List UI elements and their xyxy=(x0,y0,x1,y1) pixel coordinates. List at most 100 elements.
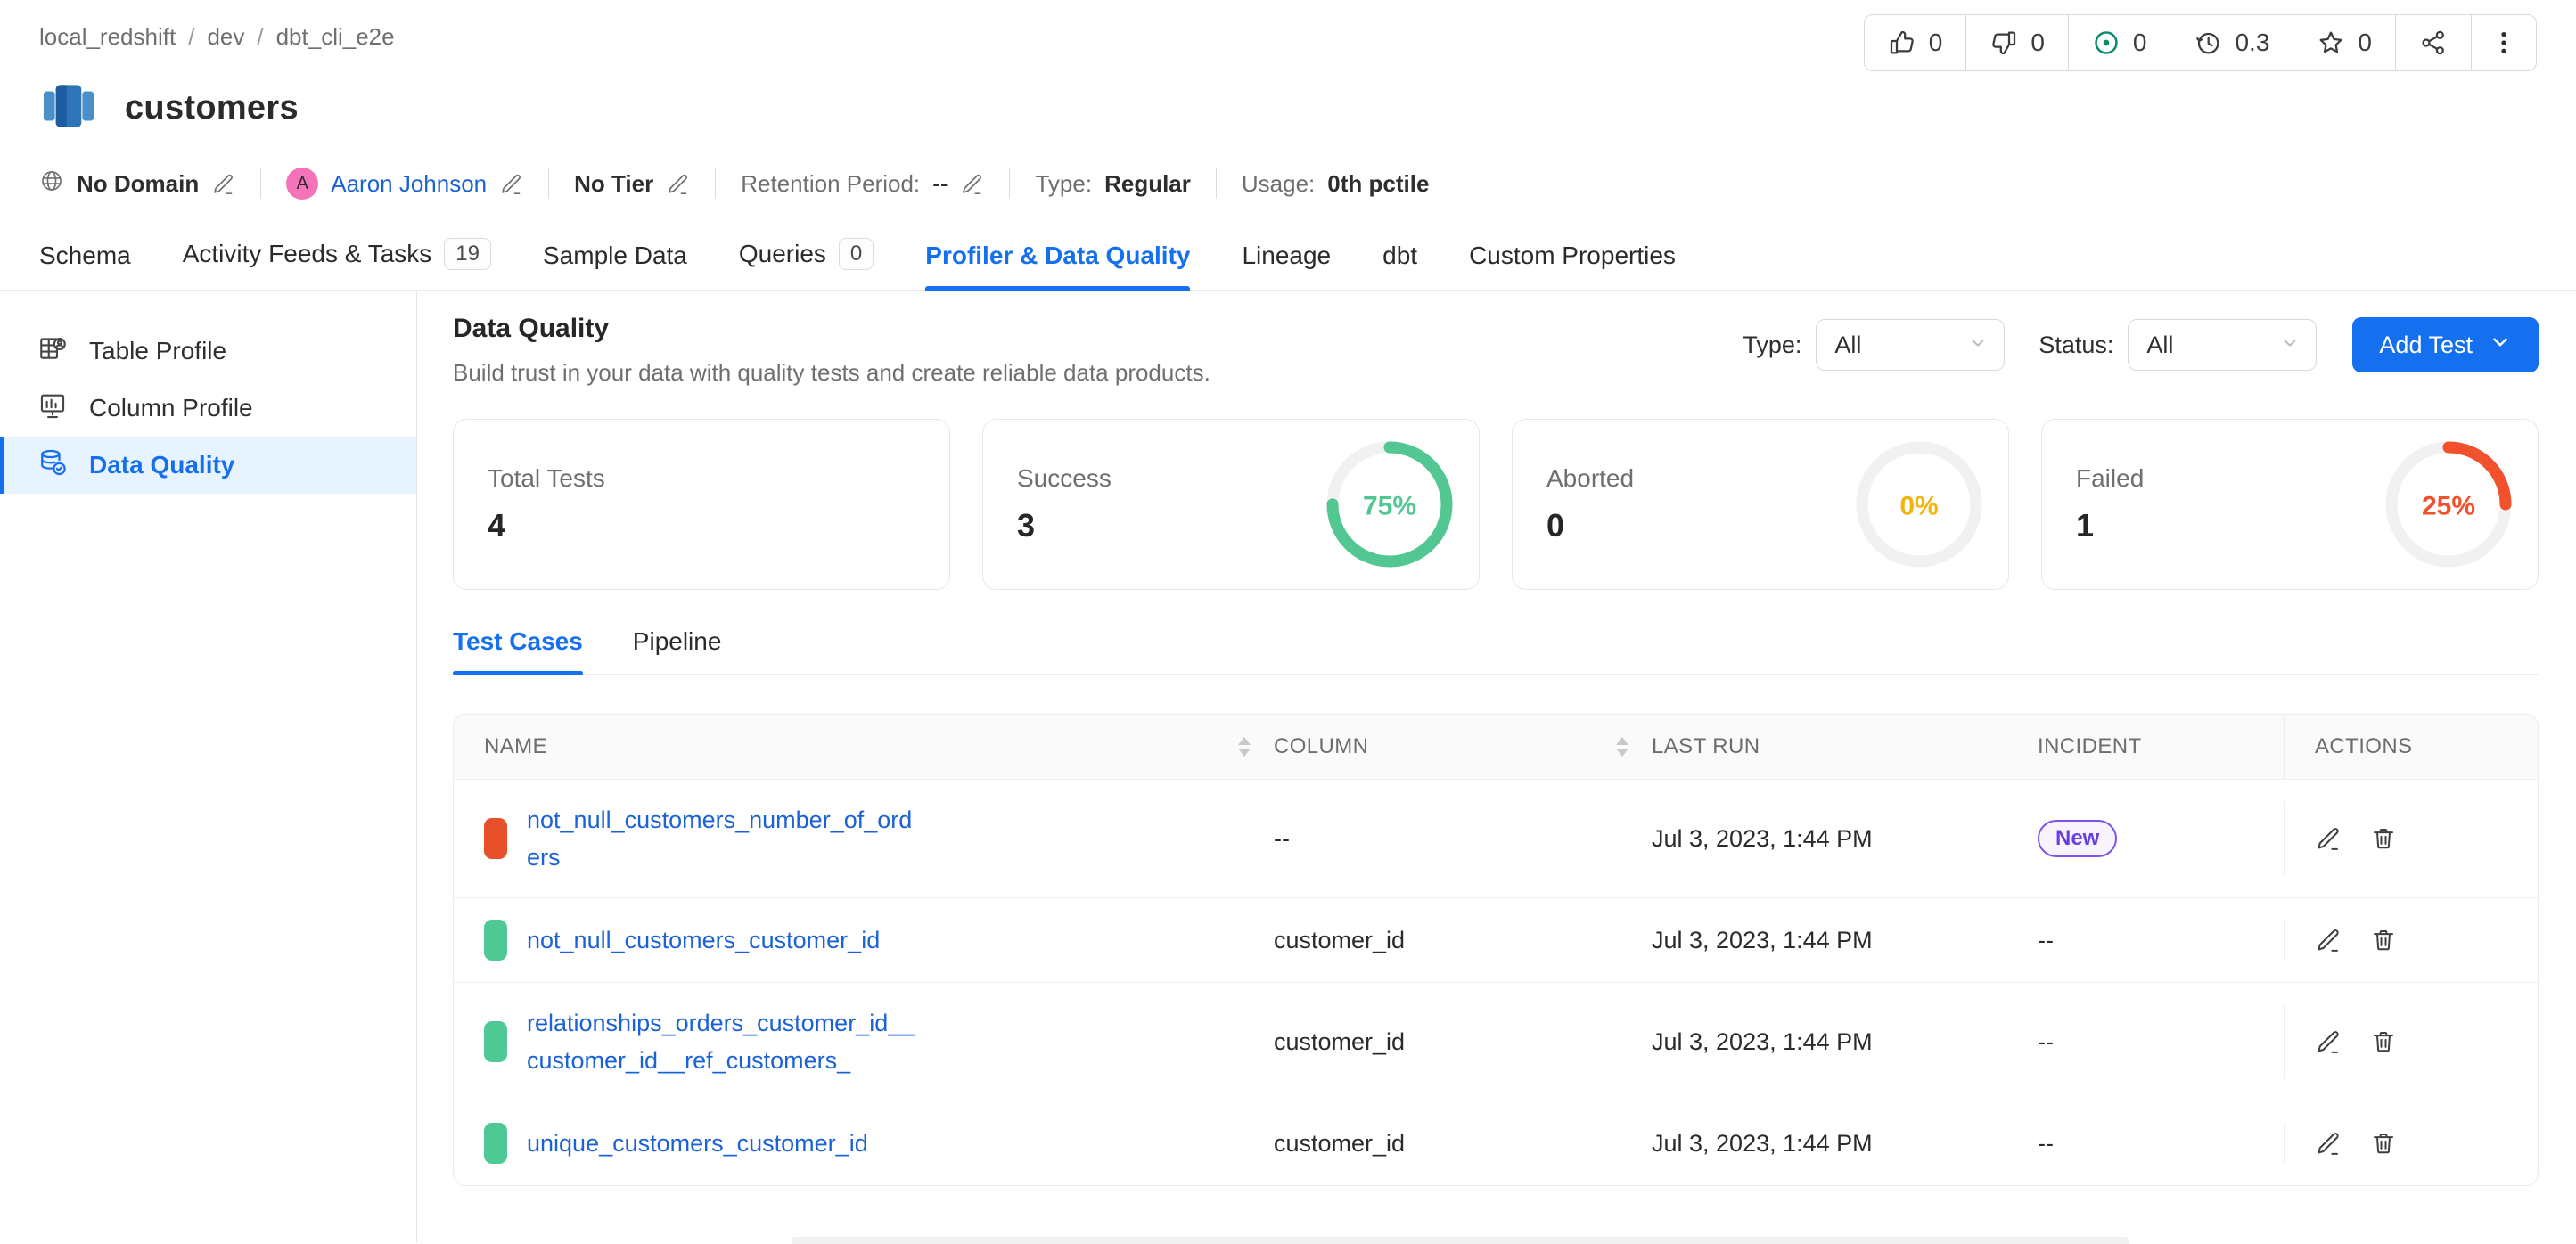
actions-cell xyxy=(2284,1123,2538,1164)
edit-test-button[interactable] xyxy=(2315,1130,2342,1157)
test-case-link[interactable]: unique_customers_customer_id xyxy=(527,1125,868,1162)
tab-lineage[interactable]: Lineage xyxy=(1242,241,1331,290)
column-header-label: INCIDENT xyxy=(2038,734,2142,758)
test-cases-table: NAME COLUMN LAST RUN INCIDENT ACTIONS xyxy=(453,714,2539,1186)
edit-domain-button[interactable] xyxy=(211,172,235,196)
edit-test-button[interactable] xyxy=(2315,1028,2342,1055)
table-row: unique_customers_customer_id customer_id… xyxy=(454,1101,2538,1185)
last-run-cell: Jul 3, 2023, 1:44 PM xyxy=(1652,1130,2038,1158)
aborted-donut-gauge: 0% xyxy=(1853,438,1985,570)
domain-label: No Domain xyxy=(77,170,199,198)
incident-cell: New xyxy=(2038,820,2284,857)
globe-icon xyxy=(39,168,64,200)
edit-retention-button[interactable] xyxy=(960,172,984,196)
owner-link[interactable]: Aaron Johnson xyxy=(331,170,487,198)
edit-test-button[interactable] xyxy=(2315,927,2342,953)
type-item: Type: Regular xyxy=(1035,170,1190,198)
sidebar-item-column-profile[interactable]: Column Profile xyxy=(0,380,416,437)
tab-pipeline[interactable]: Pipeline xyxy=(633,627,722,674)
tab-activity-feeds[interactable]: Activity Feeds & Tasks19 xyxy=(183,238,491,290)
type-filter-select[interactable]: All xyxy=(1816,319,2005,371)
breadcrumb-database[interactable]: dev xyxy=(207,23,244,51)
tab-test-cases[interactable]: Test Cases xyxy=(453,627,583,674)
star-button[interactable]: 0 xyxy=(2293,15,2395,70)
summary-card-failed: Failed 1 25% xyxy=(2041,419,2539,590)
actions-cell xyxy=(2284,920,2538,961)
sort-button[interactable] xyxy=(1238,737,1251,757)
incident-badge[interactable]: New xyxy=(2038,820,2117,857)
column-header-last-run: LAST RUN xyxy=(1652,734,2038,759)
status-filter-value: All xyxy=(2146,331,2173,359)
meta-divider xyxy=(260,168,261,199)
incident-cell: -- xyxy=(2038,927,2284,954)
upvote-count: 0 xyxy=(1929,29,1943,57)
downvote-button[interactable]: 0 xyxy=(1965,15,2068,70)
redshift-icon xyxy=(39,77,98,140)
tasks-button[interactable]: 0 xyxy=(2068,15,2170,70)
version-button[interactable]: 0.3 xyxy=(2170,15,2293,70)
test-case-link[interactable]: not_null_customers_number_of_orders xyxy=(527,801,919,876)
breadcrumb-service[interactable]: local_redshift xyxy=(39,23,176,51)
share-button[interactable] xyxy=(2395,15,2471,70)
type-filter-label: Type: xyxy=(1743,331,1801,359)
delete-test-button[interactable] xyxy=(2370,927,2397,953)
test-case-link[interactable]: relationships_orders_customer_id__custom… xyxy=(527,1004,919,1079)
retention-item: Retention Period: -- xyxy=(741,170,984,198)
table-row: not_null_customers_customer_id customer_… xyxy=(454,897,2538,982)
edit-owner-button[interactable] xyxy=(499,172,523,196)
add-test-button[interactable]: Add Test xyxy=(2352,317,2539,372)
retention-value: -- xyxy=(932,170,948,198)
sidebar-item-data-quality[interactable]: Data Quality xyxy=(0,437,416,494)
tab-sample-data[interactable]: Sample Data xyxy=(543,241,687,290)
table-header: NAME COLUMN LAST RUN INCIDENT ACTIONS xyxy=(454,715,2538,779)
summary-card-total: Total Tests 4 xyxy=(453,419,950,590)
test-case-link[interactable]: not_null_customers_customer_id xyxy=(527,921,880,959)
star-icon xyxy=(2317,29,2345,57)
version-number: 0.3 xyxy=(2235,29,2269,57)
name-cell: relationships_orders_customer_id__custom… xyxy=(454,1004,1274,1079)
tab-profiler-data-quality[interactable]: Profiler & Data Quality xyxy=(925,241,1190,290)
column-profile-icon xyxy=(37,390,68,427)
column-cell: customer_id xyxy=(1274,1028,1652,1056)
upvote-button[interactable]: 0 xyxy=(1865,15,1966,70)
column-cell: -- xyxy=(1274,825,1652,853)
kebab-icon xyxy=(2490,29,2518,57)
data-quality-heading-block: Data Quality Build trust in your data wi… xyxy=(453,314,1210,389)
card-label: Total Tests xyxy=(488,464,949,493)
usage-value: 0th pctile xyxy=(1327,170,1429,198)
failed-donut-gauge: 25% xyxy=(2383,438,2514,570)
column-cell: customer_id xyxy=(1274,927,1652,954)
share-icon xyxy=(2419,29,2448,57)
sidebar-item-table-profile[interactable]: Table Profile xyxy=(0,323,416,380)
column-header-label: NAME xyxy=(484,734,547,759)
caret-down-icon xyxy=(1616,749,1628,757)
tab-queries[interactable]: Queries0 xyxy=(739,238,874,290)
sort-button[interactable] xyxy=(1616,737,1628,757)
tab-custom-properties[interactable]: Custom Properties xyxy=(1469,241,1676,290)
type-value: Regular xyxy=(1104,170,1191,198)
breadcrumb-schema[interactable]: dbt_cli_e2e xyxy=(276,23,395,51)
status-filter-select[interactable]: All xyxy=(2128,319,2317,371)
svg-text:75%: 75% xyxy=(1363,492,1416,521)
table-profile-icon xyxy=(37,333,68,370)
tab-schema[interactable]: Schema xyxy=(39,241,131,290)
meta-divider xyxy=(1009,168,1010,199)
page: local_redshift / dev / dbt_cli_e2e 0 0 xyxy=(0,0,2576,1244)
edit-test-button[interactable] xyxy=(2315,825,2342,852)
tab-dbt[interactable]: dbt xyxy=(1382,241,1417,290)
edit-tier-button[interactable] xyxy=(666,172,690,196)
delete-test-button[interactable] xyxy=(2370,825,2397,852)
test-tabs: Test Cases Pipeline xyxy=(453,627,2539,675)
caret-up-icon xyxy=(1616,737,1628,745)
meta-divider xyxy=(548,168,549,199)
last-run-cell: Jul 3, 2023, 1:44 PM xyxy=(1652,1028,2038,1056)
body: Table Profile Column Profile Data Qualit… xyxy=(0,291,2576,1243)
tab-label: Lineage xyxy=(1242,241,1331,270)
delete-test-button[interactable] xyxy=(2370,1130,2397,1157)
tab-label: Profiler & Data Quality xyxy=(925,241,1190,270)
status-indicator-success xyxy=(484,1021,507,1062)
delete-test-button[interactable] xyxy=(2370,1028,2397,1055)
breadcrumb-separator: / xyxy=(188,23,194,51)
more-menu-button[interactable] xyxy=(2471,15,2536,70)
last-run-cell: Jul 3, 2023, 1:44 PM xyxy=(1652,927,2038,954)
